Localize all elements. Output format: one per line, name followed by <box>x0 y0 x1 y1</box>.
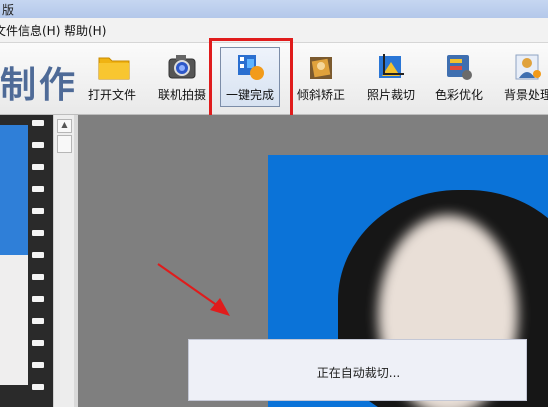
tilt-correct-icon <box>306 52 336 82</box>
menu-help[interactable]: 帮助(H) <box>64 22 106 39</box>
color-optimize-icon <box>444 52 474 82</box>
photo-crop-button[interactable]: 照片裁切 <box>364 52 418 108</box>
crop-icon <box>376 52 406 82</box>
thumbnail-white-area <box>0 255 28 385</box>
open-file-button[interactable]: 打开文件 <box>86 52 138 108</box>
window-title: 版 <box>2 3 15 17</box>
scroll-thumb[interactable] <box>57 135 72 153</box>
camera-capture-button[interactable]: 联机拍摄 <box>156 52 208 108</box>
filmstrip-scrollbar[interactable]: ▲ <box>53 115 75 407</box>
progress-dialog: 正在自动裁切... <box>188 339 527 401</box>
brand-title: 制作 <box>0 65 79 106</box>
scroll-up-icon[interactable]: ▲ <box>57 119 72 133</box>
background-process-button[interactable]: 背景处理 <box>500 52 548 108</box>
progress-message: 正在自动裁切... <box>316 366 401 380</box>
red-arrow-icon <box>157 263 230 316</box>
film-perforations <box>32 120 46 405</box>
color-optimize-button[interactable]: 色彩优化 <box>432 52 486 108</box>
tilt-correction-button[interactable]: 倾斜矫正 <box>294 52 348 108</box>
title-bar: 版 <box>0 0 548 18</box>
folder-icon <box>97 52 130 82</box>
annotation-highlight-box <box>209 38 293 118</box>
menu-file-info[interactable]: 文件信息(H) <box>0 22 60 39</box>
background-icon <box>513 52 543 82</box>
camera-icon <box>167 52 197 82</box>
filmstrip-pane <box>0 115 53 407</box>
